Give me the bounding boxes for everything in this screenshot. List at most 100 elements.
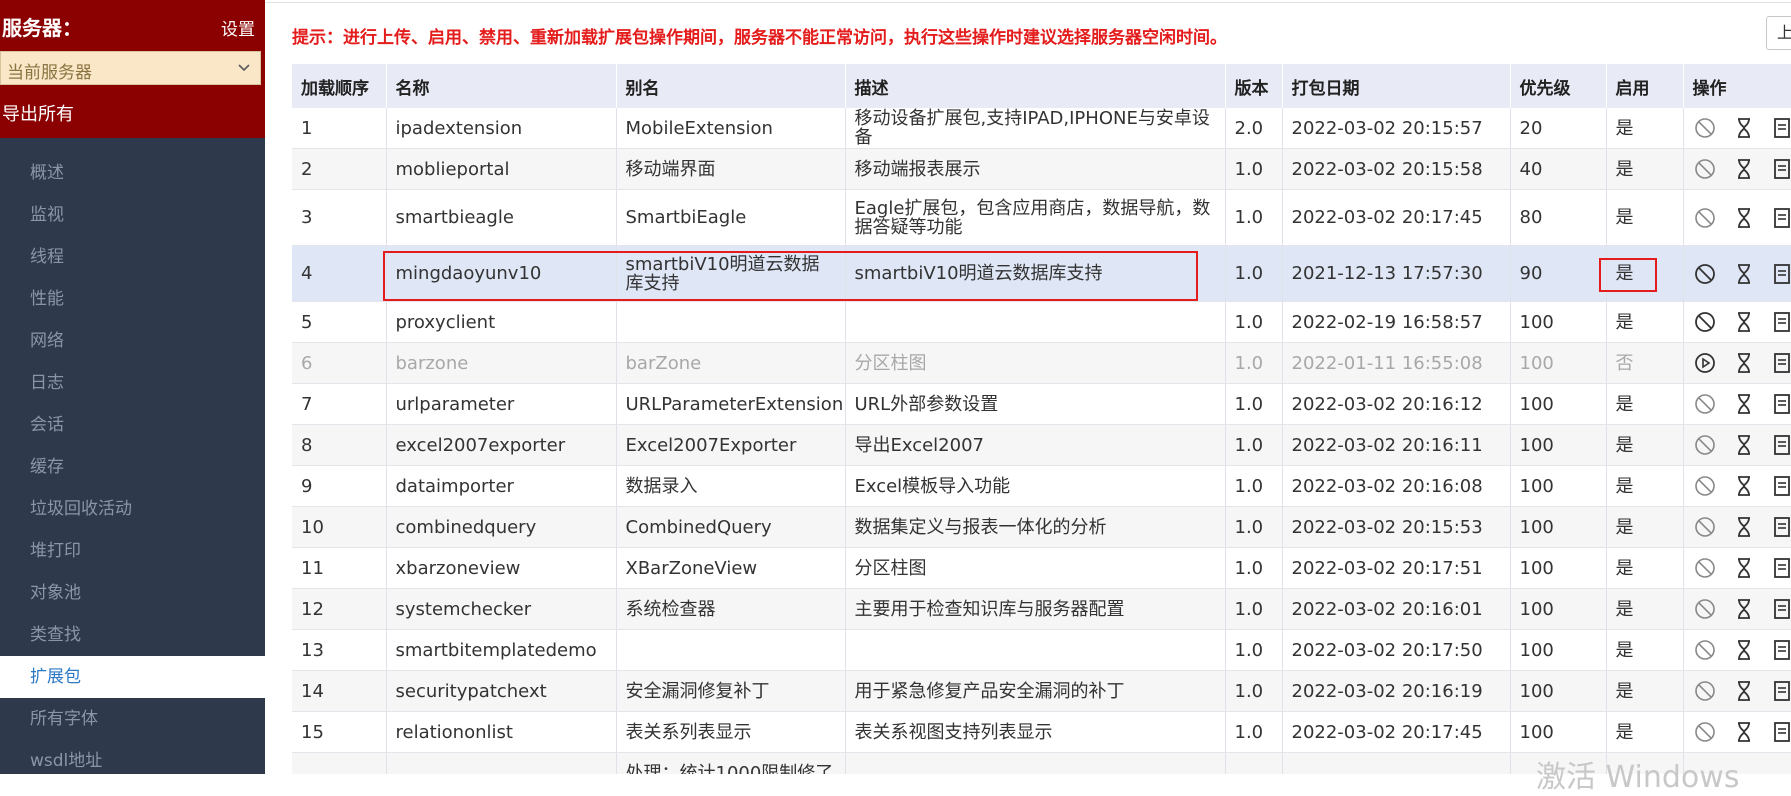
document-icon[interactable] bbox=[1771, 720, 1791, 744]
sidebar-item[interactable]: wsdl地址 bbox=[0, 740, 265, 774]
document-icon[interactable] bbox=[1771, 597, 1791, 621]
table-cell: excel2007exporter bbox=[386, 425, 616, 466]
hourglass-icon[interactable] bbox=[1732, 206, 1756, 230]
sidebar-item[interactable]: 性能 bbox=[0, 278, 265, 320]
sidebar-item[interactable]: 垃圾回收活动 bbox=[0, 488, 265, 530]
table-cell: 1.0 bbox=[1225, 302, 1282, 343]
disable-icon[interactable] bbox=[1693, 310, 1717, 334]
table-cell: 15 bbox=[292, 712, 386, 753]
table-cell: 90 bbox=[1510, 246, 1606, 302]
table-row[interactable]: 9dataimporter数据录入Excel模板导入功能1.02022-03-0… bbox=[292, 466, 1791, 507]
document-icon[interactable] bbox=[1771, 351, 1791, 375]
table-cell: 系统检查器 bbox=[616, 589, 845, 630]
table-cell: 9 bbox=[292, 466, 386, 507]
table-row[interactable]: 8excel2007exporterExcel2007Exporter导出Exc… bbox=[292, 425, 1791, 466]
table-cell: urlparameter bbox=[386, 384, 616, 425]
hourglass-icon[interactable] bbox=[1732, 433, 1756, 457]
document-icon[interactable] bbox=[1771, 310, 1791, 334]
disable-icon[interactable] bbox=[1693, 157, 1717, 181]
sidebar-item[interactable]: 扩展包 bbox=[0, 656, 265, 698]
disable-icon[interactable] bbox=[1693, 556, 1717, 580]
sidebar-item[interactable]: 所有字体 bbox=[0, 698, 265, 740]
table-row[interactable]: 4mingdaoyunv10smartbiV10明道云数据库支持smartbiV… bbox=[292, 246, 1791, 302]
document-icon[interactable] bbox=[1771, 679, 1791, 703]
hourglass-icon[interactable] bbox=[1732, 556, 1756, 580]
hourglass-icon[interactable] bbox=[1732, 720, 1756, 744]
table-row[interactable]: 13smartbitemplatedemo1.02022-03-02 20:17… bbox=[292, 630, 1791, 671]
disable-icon[interactable] bbox=[1693, 433, 1717, 457]
hourglass-icon[interactable] bbox=[1732, 310, 1756, 334]
sidebar-item[interactable]: 网络 bbox=[0, 320, 265, 362]
table-row[interactable]: 2moblieportal移动端界面移动端报表展示1.02022-03-02 2… bbox=[292, 149, 1791, 190]
sidebar-item[interactable]: 线程 bbox=[0, 236, 265, 278]
document-icon[interactable] bbox=[1771, 515, 1791, 539]
hourglass-icon[interactable] bbox=[1732, 679, 1756, 703]
table-row[interactable]: 5proxyclient1.02022-02-19 16:58:57100是 bbox=[292, 302, 1791, 343]
hourglass-icon[interactable] bbox=[1732, 515, 1756, 539]
table-row[interactable]: 12systemchecker系统检查器主要用于检查知识库与服务器配置1.020… bbox=[292, 589, 1791, 630]
sidebar-item[interactable]: 监视 bbox=[0, 194, 265, 236]
sidebar-item[interactable]: 概述 bbox=[0, 152, 265, 194]
hourglass-icon[interactable] bbox=[1732, 638, 1756, 662]
table-row[interactable]: 15relationonlist表关系列表显示表关系视图支持列表显示1.0202… bbox=[292, 712, 1791, 753]
document-icon[interactable] bbox=[1771, 262, 1791, 286]
sidebar-item[interactable]: 对象池 bbox=[0, 572, 265, 614]
extension-table-container: 加载顺序名称别名描述版本打包日期优先级启用操作 1ipadextensionMo… bbox=[292, 64, 1791, 774]
hourglass-icon[interactable] bbox=[1732, 116, 1756, 140]
document-icon[interactable] bbox=[1771, 392, 1791, 416]
table-cell: 表关系视图支持列表显示 bbox=[845, 712, 1225, 753]
document-icon[interactable] bbox=[1771, 206, 1791, 230]
document-icon[interactable] bbox=[1771, 157, 1791, 181]
disable-icon[interactable] bbox=[1693, 392, 1717, 416]
table-row[interactable]: 14securitypatchext安全漏洞修复补丁用于紧急修复产品安全漏洞的补… bbox=[292, 671, 1791, 712]
hourglass-icon[interactable] bbox=[1732, 474, 1756, 498]
sidebar-header: 服务器： 设置 当前服务器 导出所有 bbox=[0, 0, 265, 138]
sidebar-item[interactable]: 堆打印 bbox=[0, 530, 265, 572]
enable-icon[interactable] bbox=[1693, 351, 1717, 375]
table-cell: 80 bbox=[1510, 190, 1606, 246]
table-cell: 数据集定义与报表一体化的分析 bbox=[845, 507, 1225, 548]
column-header: 名称 bbox=[386, 64, 616, 108]
disable-icon[interactable] bbox=[1693, 262, 1717, 286]
hourglass-icon[interactable] bbox=[1732, 157, 1756, 181]
sidebar-item[interactable]: 类查找 bbox=[0, 614, 265, 656]
upload-button[interactable]: 上 bbox=[1766, 16, 1791, 50]
document-icon[interactable] bbox=[1771, 638, 1791, 662]
disable-icon[interactable] bbox=[1693, 515, 1717, 539]
table-cell: systemchecker bbox=[386, 589, 616, 630]
document-icon[interactable] bbox=[1771, 556, 1791, 580]
sidebar-item[interactable]: 日志 bbox=[0, 362, 265, 404]
disable-icon[interactable] bbox=[1693, 206, 1717, 230]
document-icon[interactable] bbox=[1771, 433, 1791, 457]
document-icon[interactable] bbox=[1771, 116, 1791, 140]
table-cell: 20 bbox=[1510, 108, 1606, 149]
sidebar-menu: 概述监视线程性能网络日志会话缓存垃圾回收活动堆打印对象池类查找扩展包所有字体ws… bbox=[0, 152, 265, 774]
export-all-link[interactable]: 导出所有 bbox=[2, 100, 74, 126]
table-cell: 13 bbox=[292, 630, 386, 671]
table-row[interactable]: 1ipadextensionMobileExtension移动设备扩展包,支持I… bbox=[292, 108, 1791, 149]
sidebar-item[interactable]: 会话 bbox=[0, 404, 265, 446]
disable-icon[interactable] bbox=[1693, 679, 1717, 703]
table-cell: 否 bbox=[1606, 343, 1683, 384]
table-row[interactable]: 6barzonebarZone分区柱图1.02022-01-11 16:55:0… bbox=[292, 343, 1791, 384]
table-row[interactable]: 11xbarzoneviewXBarZoneView分区柱图1.02022-03… bbox=[292, 548, 1791, 589]
server-title: 服务器： bbox=[2, 12, 82, 41]
disable-icon[interactable] bbox=[1693, 116, 1717, 140]
table-row[interactable]: 7urlparameterURLParameterExtensionURL外部参… bbox=[292, 384, 1791, 425]
settings-link[interactable]: 设置 bbox=[221, 15, 255, 40]
table-cell: 100 bbox=[1510, 425, 1606, 466]
disable-icon[interactable] bbox=[1693, 720, 1717, 744]
disable-icon[interactable] bbox=[1693, 474, 1717, 498]
document-icon[interactable] bbox=[1771, 474, 1791, 498]
hourglass-icon[interactable] bbox=[1732, 351, 1756, 375]
hourglass-icon[interactable] bbox=[1732, 597, 1756, 621]
table-cell: 1.0 bbox=[1225, 671, 1282, 712]
disable-icon[interactable] bbox=[1693, 638, 1717, 662]
hourglass-icon[interactable] bbox=[1732, 392, 1756, 416]
disable-icon[interactable] bbox=[1693, 597, 1717, 621]
server-select[interactable]: 当前服务器 bbox=[0, 51, 261, 85]
sidebar-item[interactable]: 缓存 bbox=[0, 446, 265, 488]
hourglass-icon[interactable] bbox=[1732, 262, 1756, 286]
table-row[interactable]: 10combinedqueryCombinedQuery数据集定义与报表一体化的… bbox=[292, 507, 1791, 548]
table-row[interactable]: 3smartbieagleSmartbiEagleEagle扩展包，包含应用商店… bbox=[292, 190, 1791, 246]
